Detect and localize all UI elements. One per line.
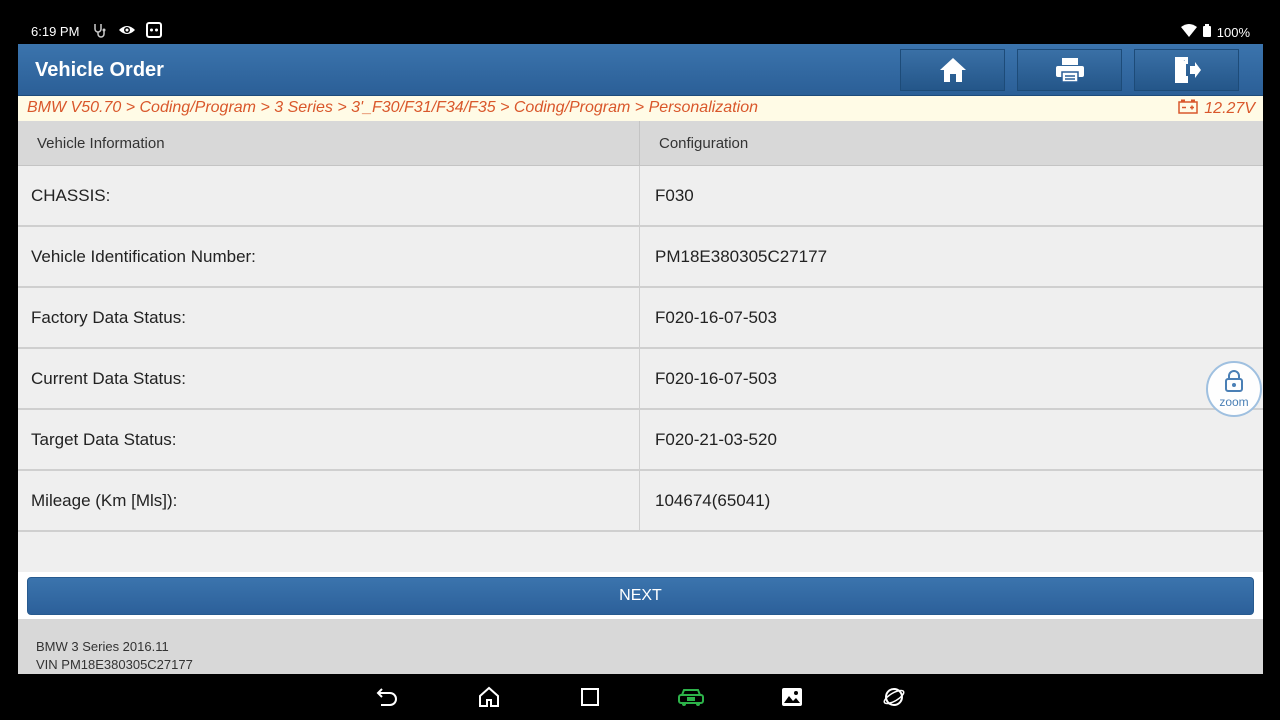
nav-back-button[interactable] (374, 686, 400, 712)
exit-icon (1172, 56, 1202, 84)
vehicle-info-table: Vehicle Information Configuration CHASSI… (18, 121, 1263, 532)
nav-vci-button[interactable] (678, 686, 704, 712)
nav-browser-button[interactable] (881, 686, 907, 712)
column-header-vehicle-information: Vehicle Information (18, 121, 640, 166)
row-value: F020-21-03-520 (655, 429, 777, 449)
breadcrumb: BMW V50.70 > Coding/Program > 3 Series >… (27, 99, 758, 116)
print-icon (1055, 57, 1085, 83)
browser-icon (883, 686, 905, 713)
app-window: Vehicle Order BMW V50.70 > Coding/Progra… (18, 44, 1263, 674)
wifi-icon (1180, 24, 1197, 40)
status-right: 100% (1180, 24, 1250, 40)
action-strip: NEXT (18, 572, 1263, 619)
vci-icon (678, 687, 704, 712)
system-nav-bar (0, 674, 1280, 720)
table-row[interactable]: Factory Data Status: F020-16-07-503 (18, 288, 1263, 349)
row-label: Factory Data Status: (18, 288, 640, 347)
column-header-configuration: Configuration (659, 135, 749, 152)
row-label: Mileage (Km [Mls]): (18, 471, 640, 530)
row-label: Target Data Status: (18, 410, 640, 469)
status-icons-left (92, 22, 162, 41)
home-button[interactable] (900, 49, 1005, 91)
footer-vin: VIN PM18E380305C27177 (36, 657, 193, 672)
row-value: 104674(65041) (655, 490, 771, 510)
nav-recents-button[interactable] (577, 686, 603, 712)
voltage-value: 12.27V (1204, 100, 1255, 117)
battery-level: 100% (1216, 24, 1250, 40)
zoom-label: zoom (1219, 394, 1249, 409)
row-value: F030 (655, 185, 694, 205)
status-time: 6:19 PM (31, 24, 80, 39)
back-icon (375, 686, 399, 713)
row-label: Vehicle Identification Number: (18, 227, 640, 286)
home-icon (478, 686, 500, 713)
zoom-button[interactable]: zoom (1206, 361, 1262, 417)
table-row[interactable]: Mileage (Km [Mls]): 104674(65041) (18, 471, 1263, 532)
cast-icon (146, 22, 162, 41)
voltage-indicator: 12.27V (1178, 99, 1255, 119)
table-row[interactable]: CHASSIS: F030 (18, 166, 1263, 227)
home-icon (939, 57, 967, 83)
row-value: PM18E380305C27177 (655, 246, 828, 266)
row-value: F020-16-07-503 (655, 368, 777, 388)
table-row[interactable]: Current Data Status: F020-16-07-503 (18, 349, 1263, 410)
eye-icon (118, 23, 136, 40)
status-bar: 6:19 PM 100% (0, 0, 1280, 44)
screen: 6:19 PM 100% Vehicle Order BMW V50.70 > … (0, 0, 1280, 720)
car-battery-icon (1178, 99, 1199, 119)
footer-vehicle-model: BMW 3 Series 2016.11 (36, 639, 169, 654)
table-header: Vehicle Information Configuration (18, 121, 1263, 166)
print-button[interactable] (1017, 49, 1122, 91)
table-row[interactable]: Target Data Status: F020-21-03-520 (18, 410, 1263, 471)
vehicle-footer: BMW 3 Series 2016.11 VIN PM18E380305C271… (18, 619, 1263, 674)
nav-screenshot-button[interactable] (779, 686, 805, 712)
table-row[interactable]: Vehicle Identification Number: PM18E3803… (18, 227, 1263, 288)
recents-icon (580, 687, 600, 712)
title-bar: Vehicle Order (18, 44, 1263, 96)
screenshot-icon (781, 687, 803, 712)
page-title: Vehicle Order (35, 59, 164, 81)
exit-button[interactable] (1134, 49, 1239, 91)
stethoscope-icon (92, 22, 108, 41)
row-label: Current Data Status: (18, 349, 640, 408)
lock-icon (1224, 369, 1244, 395)
row-value: F020-16-07-503 (655, 307, 777, 327)
battery-icon (1202, 24, 1211, 40)
breadcrumb-bar: BMW V50.70 > Coding/Program > 3 Series >… (18, 96, 1263, 121)
nav-home-button[interactable] (476, 686, 502, 712)
row-label: CHASSIS: (18, 166, 640, 225)
next-button[interactable]: NEXT (27, 577, 1254, 615)
